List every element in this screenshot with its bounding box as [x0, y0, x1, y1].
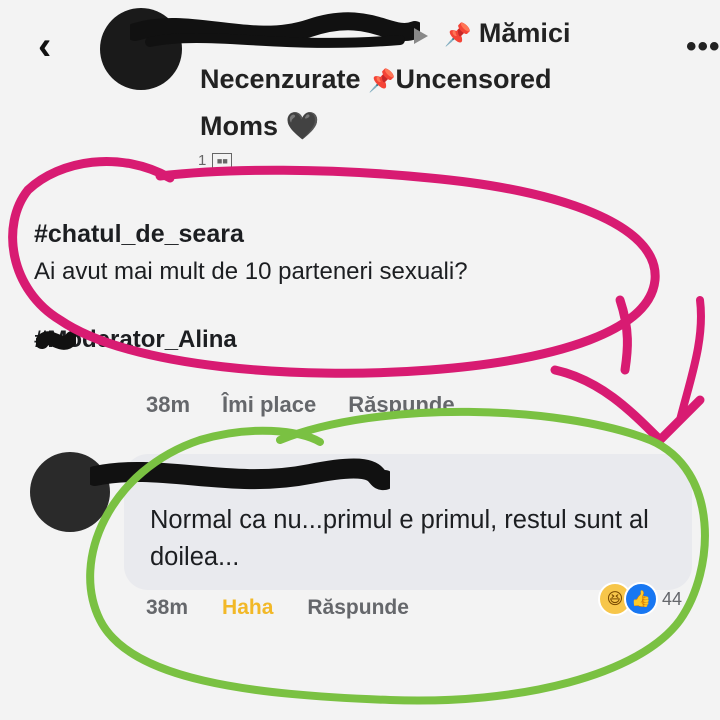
privacy-group-icon: ■■	[212, 152, 233, 169]
post-actions: 38m Îmi place Răspunde	[146, 392, 455, 418]
comment-actions: 38m Haha Răspunde	[146, 596, 409, 620]
pink-arrow-tail	[676, 296, 705, 424]
black-heart-icon: 🖤	[285, 111, 320, 141]
back-button[interactable]: ‹	[38, 22, 78, 70]
commenter-name-redaction-scribble	[90, 458, 390, 491]
pink-arrow-shaft	[550, 365, 705, 445]
post-time: 38m	[146, 392, 191, 417]
comment-reply-link[interactable]: Răspunde	[307, 596, 409, 620]
comment-text: Normal ca nu...primul e primul, restul s…	[150, 506, 649, 571]
like-link[interactable]: Îmi place	[222, 392, 316, 418]
moderator-redaction-scribble	[36, 331, 76, 350]
name-redaction-scribble	[130, 12, 420, 48]
pink-arrow-stroke	[615, 295, 632, 375]
comment-time: 38m	[146, 596, 189, 619]
group-name-line-2[interactable]: Necenzurate 📌Uncensored	[200, 64, 552, 95]
like-thumb-icon: 👍	[624, 582, 658, 616]
pin-icon: 📌	[368, 68, 396, 93]
post-hashtag[interactable]: #chatul_de_seara	[34, 220, 244, 249]
reaction-count: 44	[662, 588, 683, 609]
post-question: Ai avut mai mult de 10 parteneri sexuali…	[34, 258, 468, 285]
reaction-summary[interactable]: 😆 👍 44	[598, 582, 682, 616]
reply-link[interactable]: Răspunde	[348, 392, 454, 418]
arrow-right-icon	[414, 28, 428, 44]
haha-reaction-link[interactable]: Haha	[222, 596, 273, 620]
group-name-line-1[interactable]: 📌 Mămici	[444, 18, 570, 49]
pin-icon: 📌	[444, 22, 472, 47]
post-meta: 1 ■■	[198, 152, 233, 169]
more-options-button[interactable]: •••	[686, 30, 720, 64]
group-name-line-3[interactable]: Moms 🖤	[200, 110, 319, 142]
chevron-left-icon: ‹	[38, 24, 52, 68]
